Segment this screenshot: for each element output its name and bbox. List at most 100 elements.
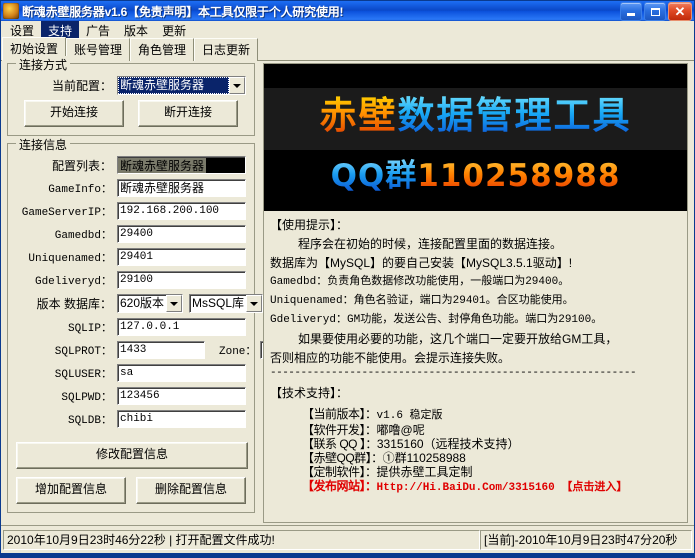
database-type-combo[interactable]: MsSQL库 <box>189 294 263 313</box>
gameserverip-input[interactable]: 192.168.200.100 <box>117 202 246 220</box>
banner-qq-number: 110258988 <box>417 158 620 194</box>
chevron-down-icon[interactable] <box>166 295 182 312</box>
support-value: 3315160（远程技术支持） <box>377 437 520 451</box>
connection-info-title: 连接信息 <box>16 136 70 153</box>
sqldb-row: SQLDB： chibi <box>16 410 246 428</box>
uniquenamed-label: Uniquenamed： <box>16 249 117 265</box>
support-value: v1.6 稳定版 <box>377 410 443 422</box>
chevron-down-icon[interactable] <box>229 77 245 94</box>
support-key: 【定制软件】： <box>302 465 377 479</box>
info-text-pane[interactable]: 【使用提示】： 程序会在初始的时候，连接配置里面的数据连接。 数据库为【MySQ… <box>264 211 687 522</box>
support-value[interactable]: Http://Hi.BaiDu.Com/3315160 【点击进入】 <box>377 482 628 494</box>
maximize-button[interactable] <box>644 2 666 21</box>
right-panel: 赤壁数据管理工具 QQ群110258988 【使用提示】： 程序会在初始的时候，… <box>263 63 688 523</box>
window-controls: ✕ <box>620 2 692 21</box>
config-list-label: 配置列表： <box>16 157 117 174</box>
support-row-qq: 【联系 QQ 】：3315160（远程技术支持） <box>302 437 681 451</box>
version-database-row: 版本 数据库： 620版本 MsSQL库 <box>16 294 246 313</box>
sqlprot-input[interactable]: 1433 <box>117 341 205 359</box>
support-row-website[interactable]: 【发布网站】：Http://Hi.BaiDu.Com/3315160 【点击进入… <box>302 479 681 495</box>
tab-role-management[interactable]: 角色管理 <box>130 38 194 61</box>
support-key: 【赤壁QQ群】： <box>302 451 383 465</box>
support-key: 【软件开发】： <box>302 423 377 437</box>
gamedbd-row: Gamedbd： 29400 <box>16 225 246 243</box>
status-message: 2010年10月9日23时46分22秒 | 打开配置文件成功! <box>3 530 480 550</box>
app-icon <box>3 3 19 19</box>
info-line-6: 如果要使用必要的功能，这几个端口一定要开放给GM工具， <box>270 330 681 349</box>
delete-config-button[interactable]: 删除配置信息 <box>136 477 246 504</box>
version-database-label: 版本 数据库： <box>16 295 117 312</box>
support-key: 【发布网站】： <box>302 479 377 493</box>
banner-qq-group: QQ群110258988 <box>264 156 687 196</box>
info-line-5: Gdeliveryd：GM功能，发送公告、封停角色功能。端口为29100。 <box>270 311 681 330</box>
info-line-3: Gamedbd：负责角色数据修改功能使用，一般端口为29400。 <box>270 273 681 292</box>
sqlip-row: SQLIP： 127.0.0.1 <box>16 318 246 336</box>
banner-qq-label: QQ群 <box>331 158 418 194</box>
current-config-combo[interactable]: 断魂赤壁服务器 <box>117 76 246 95</box>
support-value: 嘟噜@呢 <box>377 423 425 437</box>
version-combo[interactable]: 620版本 <box>117 294 183 313</box>
sqluser-row: SQLUSER： sa <box>16 364 246 382</box>
window-title: 断魂赤壁服务器v1.6【免责声明】本工具仅限于个人研究使用! <box>22 3 343 20</box>
current-config-row: 当前配置： 断魂赤壁服务器 <box>16 76 246 95</box>
list-item[interactable]: 断魂赤壁服务器 <box>118 158 206 174</box>
connection-info-group: 连接信息 配置列表： 断魂赤壁服务器 GameInfo： 断魂赤壁服务器 Gam… <box>7 143 255 513</box>
sqlip-label: SQLIP： <box>16 319 117 335</box>
app-window: 断魂赤壁服务器v1.6【免责声明】本工具仅限于个人研究使用! ✕ 设置 支持 广… <box>0 0 695 558</box>
info-divider: ----------------------------------------… <box>270 368 681 378</box>
close-button[interactable]: ✕ <box>668 2 692 21</box>
tab-account-management[interactable]: 账号管理 <box>66 38 130 61</box>
disconnect-button[interactable]: 断开连接 <box>138 100 238 127</box>
sqlpwd-input[interactable]: 123456 <box>117 387 246 405</box>
window-bottom-edge <box>1 553 694 557</box>
gameinfo-input[interactable]: 断魂赤壁服务器 <box>117 179 246 197</box>
maximize-icon <box>651 8 660 16</box>
info-line-7: 否则相应的功能不能使用。会提示连接失败。 <box>270 349 681 368</box>
gameserverip-row: GameServerIP： 192.168.200.100 <box>16 202 246 220</box>
banner-title-part1: 赤壁 <box>320 94 398 137</box>
sqlprot-label: SQLPROT： <box>16 342 117 358</box>
status-bar: 2010年10月9日23时46分22秒 | 打开配置文件成功! [当前]-201… <box>1 525 694 557</box>
support-key: 【联系 QQ 】： <box>302 437 377 451</box>
config-list-row: 配置列表： 断魂赤壁服务器 <box>16 156 246 174</box>
connection-buttons: 开始连接 断开连接 <box>16 100 246 127</box>
gdeliveryd-label: Gdeliveryd： <box>16 272 117 288</box>
support-row-custom-software: 【定制软件】：提供赤壁工具定制 <box>302 465 681 479</box>
sqlip-input[interactable]: 127.0.0.1 <box>117 318 246 336</box>
close-icon: ✕ <box>675 5 686 18</box>
info-line-4: Uniquenamed：角色名验证，端口为29401。合区功能使用。 <box>270 292 681 311</box>
uniquenamed-input[interactable]: 29401 <box>117 248 246 266</box>
sqlpwd-row: SQLPWD： 123456 <box>16 387 246 405</box>
sqluser-input[interactable]: sa <box>117 364 246 382</box>
minimize-button[interactable] <box>620 2 642 21</box>
config-list-box[interactable]: 断魂赤壁服务器 <box>117 156 246 174</box>
support-heading: 【技术支持】： <box>270 384 681 403</box>
support-key: 【当前版本】： <box>302 407 377 421</box>
minimize-icon <box>627 13 635 16</box>
sqluser-label: SQLUSER： <box>16 365 117 381</box>
info-line-1: 程序会在初始的时候，连接配置里面的数据连接。 <box>270 235 681 254</box>
gdeliveryd-input[interactable]: 29100 <box>117 271 246 289</box>
tab-log-update[interactable]: 日志更新 <box>194 38 258 61</box>
add-config-button[interactable]: 增加配置信息 <box>16 477 126 504</box>
banner-title-part2: 数据管理工具 <box>398 94 632 137</box>
gameserverip-label: GameServerIP： <box>16 203 117 219</box>
start-connection-button[interactable]: 开始连接 <box>24 100 124 127</box>
support-row-developer: 【软件开发】：嘟噜@呢 <box>302 423 681 437</box>
gamedbd-input[interactable]: 29400 <box>117 225 246 243</box>
support-value: 提供赤壁工具定制 <box>377 465 473 479</box>
support-value: ①群110258988 <box>383 451 466 465</box>
chevron-down-icon[interactable] <box>246 295 262 312</box>
gamedbd-label: Gamedbd： <box>16 226 117 242</box>
modify-config-button[interactable]: 修改配置信息 <box>16 442 248 469</box>
version-value: 620版本 <box>118 295 166 312</box>
sqldb-input[interactable]: chibi <box>117 410 246 428</box>
sqldb-label: SQLDB： <box>16 411 117 427</box>
current-config-label: 当前配置： <box>16 77 117 94</box>
gdeliveryd-row: Gdeliveryd： 29100 <box>16 271 246 289</box>
config-actions: 修改配置信息 增加配置信息 删除配置信息 <box>8 436 254 512</box>
info-line-2: 数据库为【MySQL】的要自己安装【MySQL3.5.1驱动】! <box>270 254 681 273</box>
database-type-value: MsSQL库 <box>190 295 246 312</box>
gameinfo-label: GameInfo： <box>16 180 117 196</box>
banner-title: 赤壁数据管理工具 <box>264 86 687 146</box>
